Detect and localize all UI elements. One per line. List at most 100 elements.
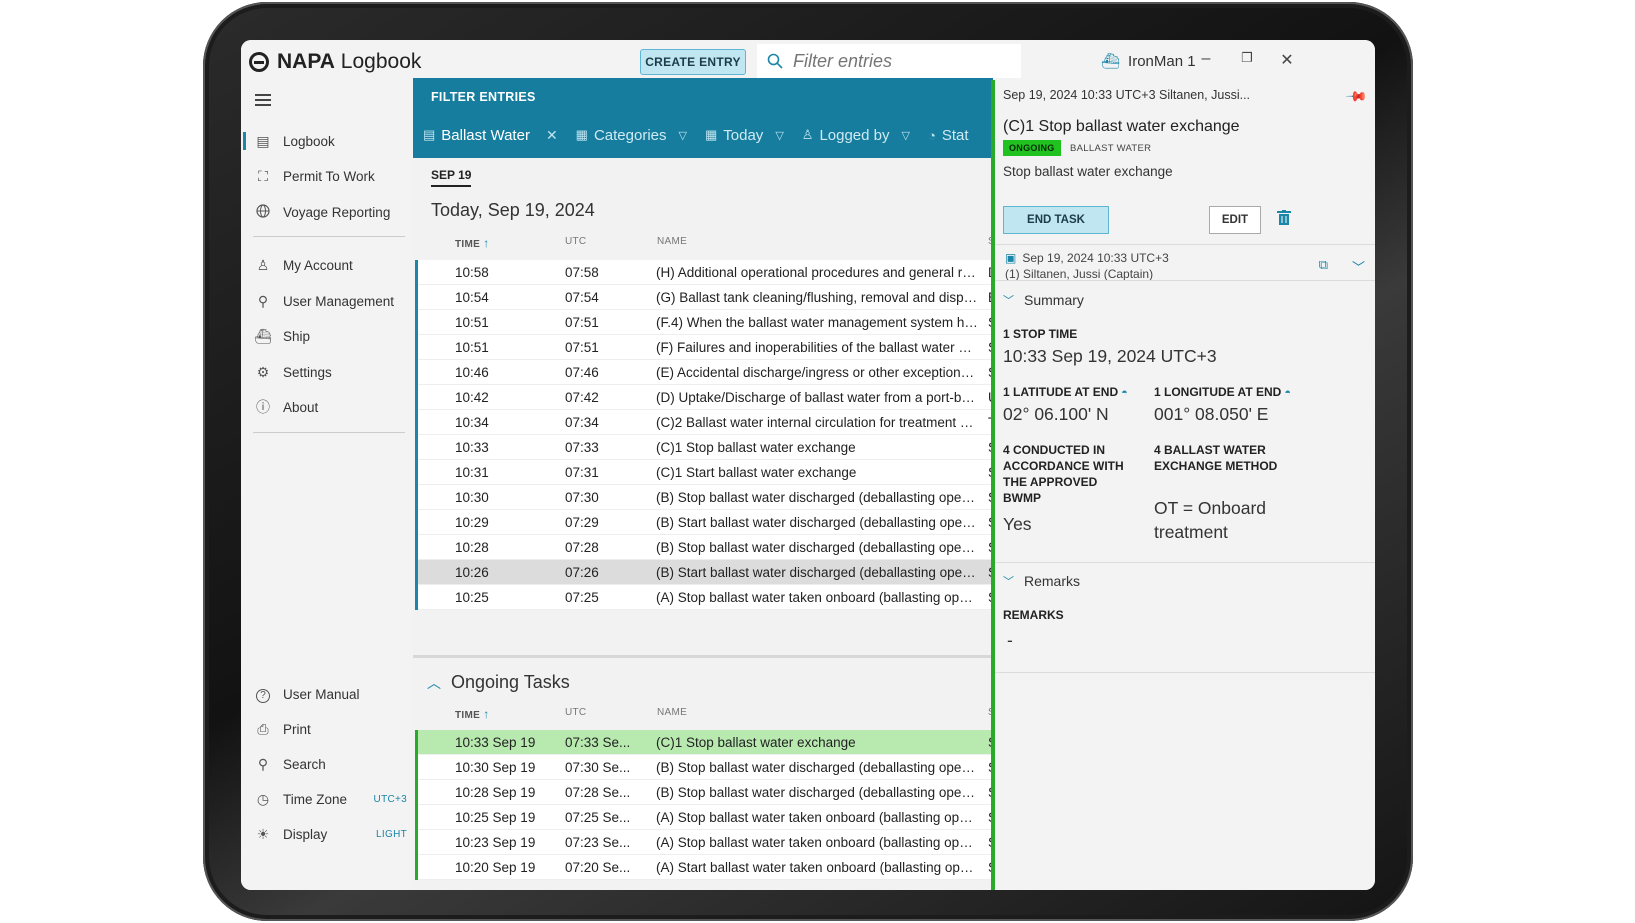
cell-time: 10:51 [455,340,489,355]
pin-icon[interactable]: 📌 [1344,84,1369,108]
filter-entries-input[interactable] [793,50,993,72]
latitude-label: 1 LATITUDE AT END ◓ [1003,384,1128,401]
table-row[interactable]: 10:28 Sep 19 07:28 Se... (B) Stop ballast … [415,780,994,805]
table-row[interactable]: 10:58 07:58 (H) Additional operational pro… [415,260,994,285]
cell-time: 10:54 [455,290,489,305]
table-row[interactable]: 10:33 Sep 19 07:33 Se... (C)1 Stop ballast… [415,730,994,755]
chevron-down-icon: ▽ [901,129,910,142]
cell-name: (F) Failures and inoperabilities of the … [656,340,978,355]
close-button[interactable]: ✕ [1277,50,1297,70]
column-header-utc[interactable]: UTC [565,236,586,247]
table-row[interactable]: 10:20 Sep 19 07:20 Se... (A) Start ballast… [415,855,994,880]
sun-icon: ☀ [256,825,270,842]
sidebar-item-label: User Management [283,293,395,309]
chip-label: Logged by [819,126,890,144]
table-row[interactable]: 10:25 07:25 (A) Stop ballast water taken o… [415,585,994,610]
cell-name: (B) Stop ballast water discharged (debal… [656,760,978,775]
filter-chip-ballast-water[interactable]: ▤ Ballast Water ✕ [423,127,558,144]
filter-chip-categories[interactable]: ▦ Categories ▽ [576,127,687,144]
cell-name: (C)1 Stop ballast water exchange [656,735,856,750]
exchange-method-label: 4 BALLAST WATER EXCHANGE METHOD [1154,443,1278,473]
table-row[interactable]: 10:33 07:33 (C)1 Stop ballast water exchan… [415,435,994,460]
date-tab[interactable]: SEP 19 [431,168,472,187]
filter-search-box[interactable] [757,44,1021,78]
chevron-up-icon: ︿ [427,674,441,691]
filter-chip-status[interactable]: ◔ Stat [928,127,969,144]
cell-name: (C)1 Stop ballast water exchange [656,440,856,455]
status-badge: ONGOING [1003,140,1061,156]
end-task-button[interactable]: END TASK [1003,206,1109,234]
cell-name: (A) Stop ballast water taken onboard (ba… [656,835,978,850]
column-header-name[interactable]: NAME [657,236,687,247]
sidebar-item-user-manual[interactable]: ? User Manual [241,679,413,709]
filter-chip-today[interactable]: ▦ Today ▽ [705,127,784,144]
cell-name: (E) Accidental discharge/ingress or othe… [656,365,978,380]
chevron-down-icon: ▽ [678,129,687,142]
cell-utc: 07:33 Se... [565,735,631,750]
sidebar-item-permit-to-work[interactable]: ⛶ Permit To Work [241,161,413,191]
edit-button[interactable]: EDIT [1209,206,1261,234]
cell-utc: 07:20 Se... [565,860,631,875]
delete-icon[interactable] [1277,210,1291,231]
table-row[interactable]: 10:34 07:34 (C)2 Ballast water internal ci… [415,410,994,435]
sidebar-item-display[interactable]: ☀ Display LIGHT [241,819,413,849]
remarks-label: REMARKS [1003,608,1064,622]
table-row[interactable]: 10:26 07:26 (B) Start ballast water discha… [415,560,994,585]
sidebar-item-voyage-reporting[interactable]: Voyage Reporting [241,197,413,227]
cell-utc: 07:51 [565,340,599,355]
remove-filter-icon[interactable]: ✕ [546,127,558,144]
ongoing-column-header-name[interactable]: NAME [657,707,687,718]
ballast-icon: ▤ [423,127,436,142]
table-row[interactable]: 10:30 07:30 (B) Stop ballast water dischar… [415,485,994,510]
table-row[interactable]: 10:31 07:31 (C)1 Start ballast water excha… [415,460,994,485]
search-icon [767,53,783,69]
ship-selector[interactable]: ⛴ IronMan 1 [1101,52,1196,71]
ongoing-tasks-header[interactable]: ︿ Ongoing Tasks [427,672,570,693]
cell-utc: 07:46 [565,365,599,380]
table-row[interactable]: 10:54 07:54 (G) Ballast tank cleaning/flus… [415,285,994,310]
table-row[interactable]: 10:51 07:51 (F) Failures and inoperabiliti… [415,335,994,360]
cell-time: 10:31 [455,465,489,480]
sidebar-item-ship[interactable]: ⛴ Ship [241,321,413,351]
summary-section-toggle[interactable]: ﹀ Summary [1003,292,1084,308]
sidebar-item-my-account[interactable]: ♙ My Account [241,250,413,280]
sidebar-item-user-management[interactable]: ⚲ User Management [241,286,413,316]
remarks-section-toggle[interactable]: ﹀ Remarks [1003,573,1080,589]
sidebar-item-logbook[interactable]: ▤ Logbook [241,126,413,156]
minimize-button[interactable]: – [1196,50,1216,68]
sidebar-item-about[interactable]: ⓘ About [241,392,413,422]
sidebar-item-settings[interactable]: ⚙ Settings [241,357,413,387]
table-row[interactable]: 10:29 07:29 (B) Start ballast water discha… [415,510,994,535]
table-row[interactable]: 10:42 07:42 (D) Uptake/Discharge of ballas… [415,385,994,410]
calendar-icon: ▦ [704,127,718,142]
cell-utc: 07:30 Se... [565,760,631,775]
sidebar-item-print[interactable]: ⎙ Print [241,714,413,744]
ongoing-column-header-utc[interactable]: UTC [565,707,586,718]
cell-time: 10:25 Sep 19 [455,810,536,825]
table-row[interactable]: 10:23 Sep 19 07:23 Se... (A) Stop ballast … [415,830,994,855]
cell-utc: 07:58 [565,265,599,280]
filter-chip-logged-by[interactable]: ♙ Logged by ▽ [802,127,910,144]
chip-label: Categories [593,126,667,144]
entries-panel: FILTER ENTRIES ▤ Ballast Water ✕ ▦ Categ… [413,78,995,890]
ongoing-column-header-time[interactable]: TIME ↑ [455,707,490,721]
cell-utc: 07:28 Se... [565,785,631,800]
chevron-down-icon[interactable]: ﹀ [1352,257,1365,276]
table-row[interactable]: 10:30 Sep 19 07:30 Se... (B) Stop ballast … [415,755,994,780]
cell-name: (B) Stop ballast water discharged (debal… [656,540,978,555]
status-icon: ◔ [927,127,936,143]
table-row[interactable]: 10:25 Sep 19 07:25 Se... (A) Stop ballast … [415,805,994,830]
open-external-icon[interactable]: ⧉ [1319,257,1328,276]
table-row[interactable]: 10:28 07:28 (B) Stop ballast water dischar… [415,535,994,560]
timezone-value: UTC+3 [373,793,407,805]
table-row[interactable]: 10:51 07:51 (F.4) When the ballast water m… [415,310,994,335]
table-row[interactable]: 10:46 07:46 (E) Accidental discharge/ingre… [415,360,994,385]
category-label: BALLAST WATER [1070,143,1152,154]
hamburger-menu-icon[interactable] [255,94,271,106]
sidebar-item-time-zone[interactable]: ◷ Time Zone UTC+3 [241,784,413,814]
restore-button[interactable]: ❐ [1237,50,1257,66]
column-header-time[interactable]: TIME ↑ [455,236,490,250]
create-entry-button[interactable]: CREATE ENTRY [640,49,746,75]
sidebar-item-search[interactable]: ⚲ Search [241,749,413,779]
cell-name: (B) Start ballast water discharged (deba… [656,515,978,530]
